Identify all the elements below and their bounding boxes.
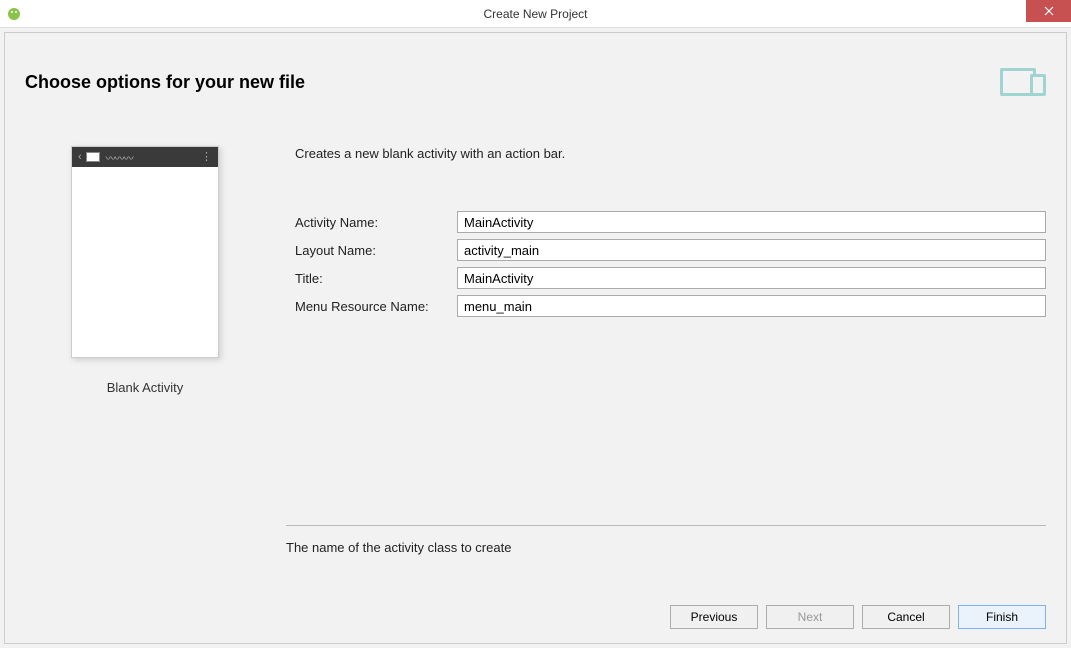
titlebar: Create New Project: [0, 0, 1071, 28]
preview-label: Blank Activity: [107, 380, 184, 395]
form-column: Creates a new blank activity with an act…: [295, 146, 1046, 643]
layout-name-input[interactable]: [457, 239, 1046, 261]
cancel-button[interactable]: Cancel: [862, 605, 950, 629]
activity-name-input[interactable]: [457, 211, 1046, 233]
activity-name-label: Activity Name:: [295, 215, 457, 230]
preview-column: ‹ 〰〰〰 ⋮ Blank Activity: [55, 146, 235, 643]
header-row: Choose options for your new file: [5, 33, 1066, 96]
hint-text: The name of the activity class to create: [286, 540, 511, 555]
devices-icon: [1000, 68, 1046, 96]
menu-resource-row: Menu Resource Name:: [295, 295, 1046, 317]
layout-name-row: Layout Name:: [295, 239, 1046, 261]
back-chevron-icon: ‹: [78, 151, 82, 163]
title-input[interactable]: [457, 267, 1046, 289]
finish-button[interactable]: Finish: [958, 605, 1046, 629]
app-icon-placeholder: [86, 152, 100, 162]
form-description: Creates a new blank activity with an act…: [295, 146, 1046, 161]
layout-name-label: Layout Name:: [295, 243, 457, 258]
android-studio-icon: [6, 6, 22, 22]
title-row: Title:: [295, 267, 1046, 289]
menu-resource-label: Menu Resource Name:: [295, 299, 457, 314]
title-placeholder-icon: 〰〰〰: [106, 150, 133, 165]
page-title: Choose options for your new file: [25, 72, 305, 93]
phone-icon: [1030, 74, 1046, 96]
close-button[interactable]: [1026, 0, 1071, 22]
content: Choose options for your new file ‹ 〰〰〰 ⋮…: [0, 28, 1071, 648]
separator: [286, 525, 1046, 526]
preview-actionbar: ‹ 〰〰〰 ⋮: [72, 147, 218, 167]
previous-button[interactable]: Previous: [670, 605, 758, 629]
main-area: ‹ 〰〰〰 ⋮ Blank Activity Creates a new bla…: [5, 96, 1066, 643]
overflow-menu-icon: ⋮: [201, 155, 212, 159]
main-panel: Choose options for your new file ‹ 〰〰〰 ⋮…: [4, 32, 1067, 644]
next-button[interactable]: Next: [766, 605, 854, 629]
window-title: Create New Project: [483, 7, 587, 21]
title-label: Title:: [295, 271, 457, 286]
menu-resource-input[interactable]: [457, 295, 1046, 317]
button-row: Previous Next Cancel Finish: [670, 605, 1046, 629]
activity-preview: ‹ 〰〰〰 ⋮: [71, 146, 219, 358]
activity-name-row: Activity Name:: [295, 211, 1046, 233]
